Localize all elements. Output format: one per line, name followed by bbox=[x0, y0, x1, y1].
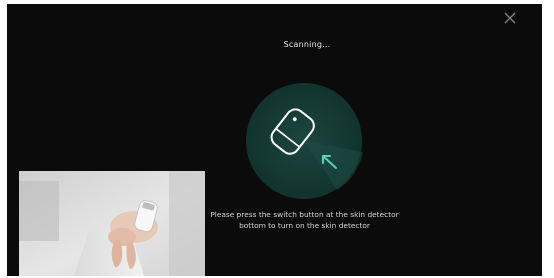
scan-dialog: Scanning... Please press the switch butt… bbox=[7, 4, 542, 276]
instruction-text: Please press the switch button at the sk… bbox=[210, 210, 399, 230]
scan-illustration bbox=[245, 82, 363, 200]
close-button[interactable] bbox=[501, 9, 519, 27]
scanning-title: Scanning... bbox=[283, 40, 331, 49]
tutorial-video-preview[interactable] bbox=[19, 171, 205, 276]
close-icon bbox=[504, 12, 516, 24]
